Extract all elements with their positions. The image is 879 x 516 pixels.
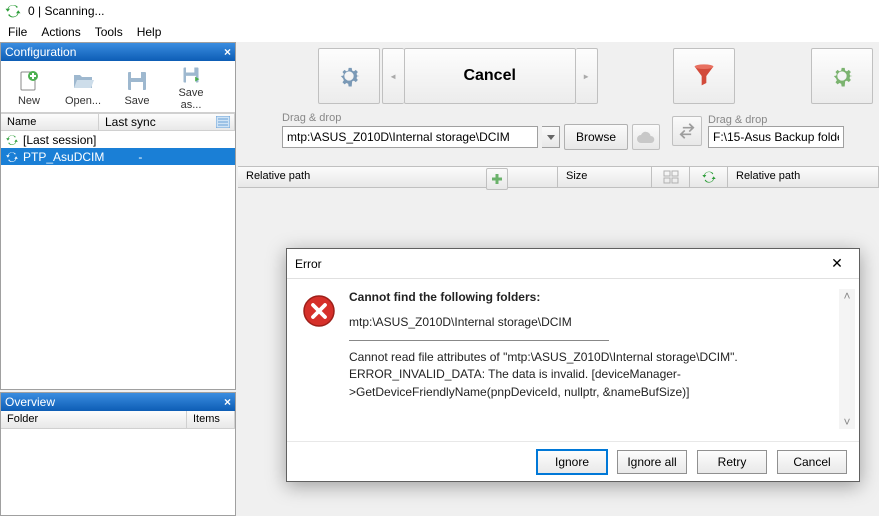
- add-folder-pair-button[interactable]: [486, 168, 508, 190]
- cloud-storage-button[interactable]: [632, 124, 660, 150]
- dialog-cancel-button[interactable]: Cancel: [777, 450, 847, 474]
- configuration-close-icon[interactable]: ×: [224, 45, 231, 59]
- col-relative-path-right[interactable]: Relative path: [728, 167, 879, 187]
- error-buttons: Ignore Ignore all Retry Cancel: [287, 441, 859, 481]
- config-row-last-session[interactable]: [Last session]: [1, 131, 235, 148]
- col-name[interactable]: Name: [1, 114, 99, 130]
- col-relative-path-left[interactable]: Relative path: [238, 167, 558, 187]
- configuration-title: Configuration: [5, 45, 76, 59]
- overview-header: Overview ×: [1, 393, 235, 411]
- gear-icon: [828, 62, 856, 90]
- col-items[interactable]: Items: [187, 411, 235, 428]
- overview-panel: Overview × Folder Items: [0, 392, 236, 516]
- gear-icon: [335, 62, 363, 90]
- configuration-panel: Configuration × New Open... Save Save as…: [0, 42, 236, 390]
- funnel-icon: [690, 62, 718, 90]
- open-icon: [71, 69, 95, 93]
- cancel-next-button[interactable]: ▸: [576, 48, 598, 104]
- configuration-header: Configuration ×: [1, 43, 235, 61]
- sync-icon: [5, 133, 19, 147]
- right-path-group: Drag & drop: [708, 114, 844, 148]
- overview-columns: Folder Items: [1, 411, 235, 429]
- app-icon: [4, 2, 22, 20]
- retry-button[interactable]: Retry: [697, 450, 767, 474]
- titlebar: 0 | Scanning...: [0, 0, 879, 22]
- ignore-all-button[interactable]: Ignore all: [617, 450, 687, 474]
- error-dialog: Error ✕ Cannot find the following folder…: [286, 248, 860, 482]
- cancel-prev-button[interactable]: ◂: [382, 48, 404, 104]
- grid-header: Relative path Size Relative path: [238, 166, 879, 188]
- left-path-dropdown[interactable]: [542, 126, 560, 148]
- overview-close-icon[interactable]: ×: [224, 395, 231, 409]
- config-row-ptp-asudcim[interactable]: PTP_AsuDCIM -: [1, 148, 235, 165]
- save-button[interactable]: Save: [113, 65, 161, 111]
- sync-icon: [701, 169, 717, 185]
- error-body: Cannot find the following folders: mtp:\…: [287, 279, 859, 441]
- scroll-up-icon[interactable]: ˄: [843, 289, 850, 303]
- save-as-button[interactable]: Save as...: [167, 65, 215, 111]
- menu-file[interactable]: File: [8, 25, 27, 39]
- save-icon: [125, 69, 149, 93]
- col-category[interactable]: [652, 167, 690, 187]
- left-path-input[interactable]: [282, 126, 538, 148]
- col-folder[interactable]: Folder: [1, 411, 187, 428]
- error-icon: [301, 293, 337, 329]
- sync-settings-button[interactable]: [811, 48, 873, 104]
- menu-tools[interactable]: Tools: [95, 25, 123, 39]
- filter-button[interactable]: [673, 48, 735, 104]
- col-action[interactable]: [690, 167, 728, 187]
- cloud-icon: [637, 131, 655, 143]
- error-titlebar: Error ✕: [287, 249, 859, 279]
- menu-actions[interactable]: Actions: [41, 25, 80, 39]
- overview-title: Overview: [5, 395, 55, 409]
- plus-icon: [490, 172, 504, 186]
- left-browse-button[interactable]: Browse: [564, 124, 628, 150]
- menu-help[interactable]: Help: [137, 25, 162, 39]
- right-path-input[interactable]: [708, 126, 844, 148]
- new-button[interactable]: New: [5, 65, 53, 111]
- error-close-button[interactable]: ✕: [823, 254, 851, 274]
- error-title: Error: [295, 257, 322, 271]
- cancel-button[interactable]: Cancel: [404, 48, 576, 104]
- open-button[interactable]: Open...: [59, 65, 107, 111]
- list-view-icon[interactable]: [216, 116, 230, 128]
- col-size[interactable]: Size: [558, 167, 652, 187]
- category-icon: [663, 170, 679, 184]
- chevron-down-icon: [547, 135, 555, 140]
- configuration-columns: Name Last sync: [1, 113, 235, 131]
- save-as-icon: [179, 65, 203, 85]
- swap-icon: [677, 121, 697, 141]
- scrollbar[interactable]: ˄ ˅: [839, 289, 855, 429]
- col-last-sync[interactable]: Last sync: [99, 114, 235, 130]
- configuration-list[interactable]: [Last session] PTP_AsuDCIM -: [1, 131, 235, 383]
- folder-pair-row: Drag & drop Browse Drag & drop: [238, 110, 879, 152]
- main-toolbar: ◂ Cancel ▸: [238, 42, 879, 104]
- menubar: File Actions Tools Help: [0, 22, 879, 42]
- error-message: Cannot find the following folders: mtp:\…: [349, 289, 845, 433]
- window-title: 0 | Scanning...: [28, 4, 105, 18]
- scroll-down-icon[interactable]: ˅: [843, 415, 850, 429]
- left-path-hint: Drag & drop: [282, 112, 660, 124]
- cancel-group: ◂ Cancel ▸: [382, 48, 598, 104]
- sync-icon: [5, 150, 19, 164]
- separator: [349, 340, 609, 341]
- compare-settings-button[interactable]: [318, 48, 380, 104]
- configuration-toolbar: New Open... Save Save as...: [1, 61, 235, 113]
- left-path-group: Drag & drop Browse: [282, 112, 660, 150]
- ignore-button[interactable]: Ignore: [537, 450, 607, 474]
- right-path-hint: Drag & drop: [708, 114, 844, 126]
- swap-sides-button[interactable]: [672, 116, 702, 146]
- new-icon: [17, 69, 41, 93]
